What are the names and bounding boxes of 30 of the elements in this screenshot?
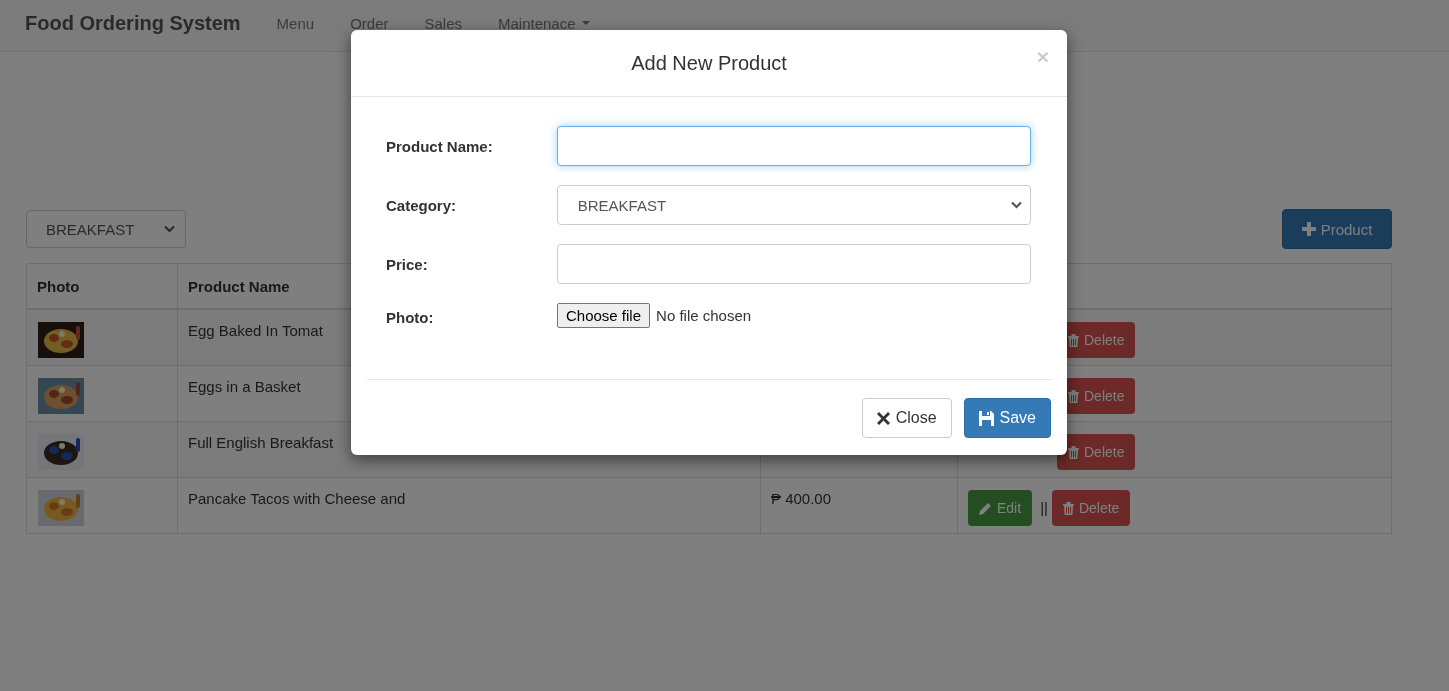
- add-product-button[interactable]: Product: [1282, 209, 1392, 249]
- nav-link[interactable]: Maintenace: [498, 14, 590, 32]
- brand-title: Food Ordering System: [25, 11, 241, 35]
- field-label: Category:: [386, 196, 457, 214]
- trash-icon: [1062, 501, 1074, 515]
- chevron-down-icon: [1011, 201, 1022, 209]
- input-field[interactable]: [556, 126, 1031, 166]
- nav-link[interactable]: Menu: [276, 14, 315, 32]
- input-field[interactable]: [556, 244, 1031, 284]
- choose-file-button[interactable]: Choose file: [557, 303, 651, 328]
- category-select[interactable]: BREAKFAST: [26, 210, 186, 248]
- field-label: Photo:: [386, 308, 435, 326]
- nav-link[interactable]: Sales: [424, 14, 462, 32]
- x-mark-icon: [876, 411, 890, 425]
- field-label: Product Name:: [386, 137, 494, 155]
- edit-button[interactable]: Edit: [968, 490, 1033, 526]
- save-button[interactable]: Save: [963, 398, 1051, 438]
- delete-button[interactable]: Delete: [1051, 490, 1131, 526]
- nav-link[interactable]: Order: [350, 14, 389, 32]
- pencil-icon: [979, 501, 992, 515]
- product-name-cell: Pancake Tacos with Cheese and: [178, 477, 761, 533]
- file-status: No file chosen: [656, 306, 752, 326]
- modal-title: Add New Product: [631, 51, 787, 75]
- close-button[interactable]: Close: [861, 398, 952, 438]
- chevron-down-icon: [164, 225, 175, 233]
- plus-icon: [1301, 222, 1316, 236]
- price-cell: ₱ 400.00: [761, 477, 958, 533]
- delete-button[interactable]: Delete: [1057, 434, 1136, 470]
- separator: ||: [1040, 498, 1048, 518]
- category-select[interactable]: BREAKFAST: [556, 185, 1031, 225]
